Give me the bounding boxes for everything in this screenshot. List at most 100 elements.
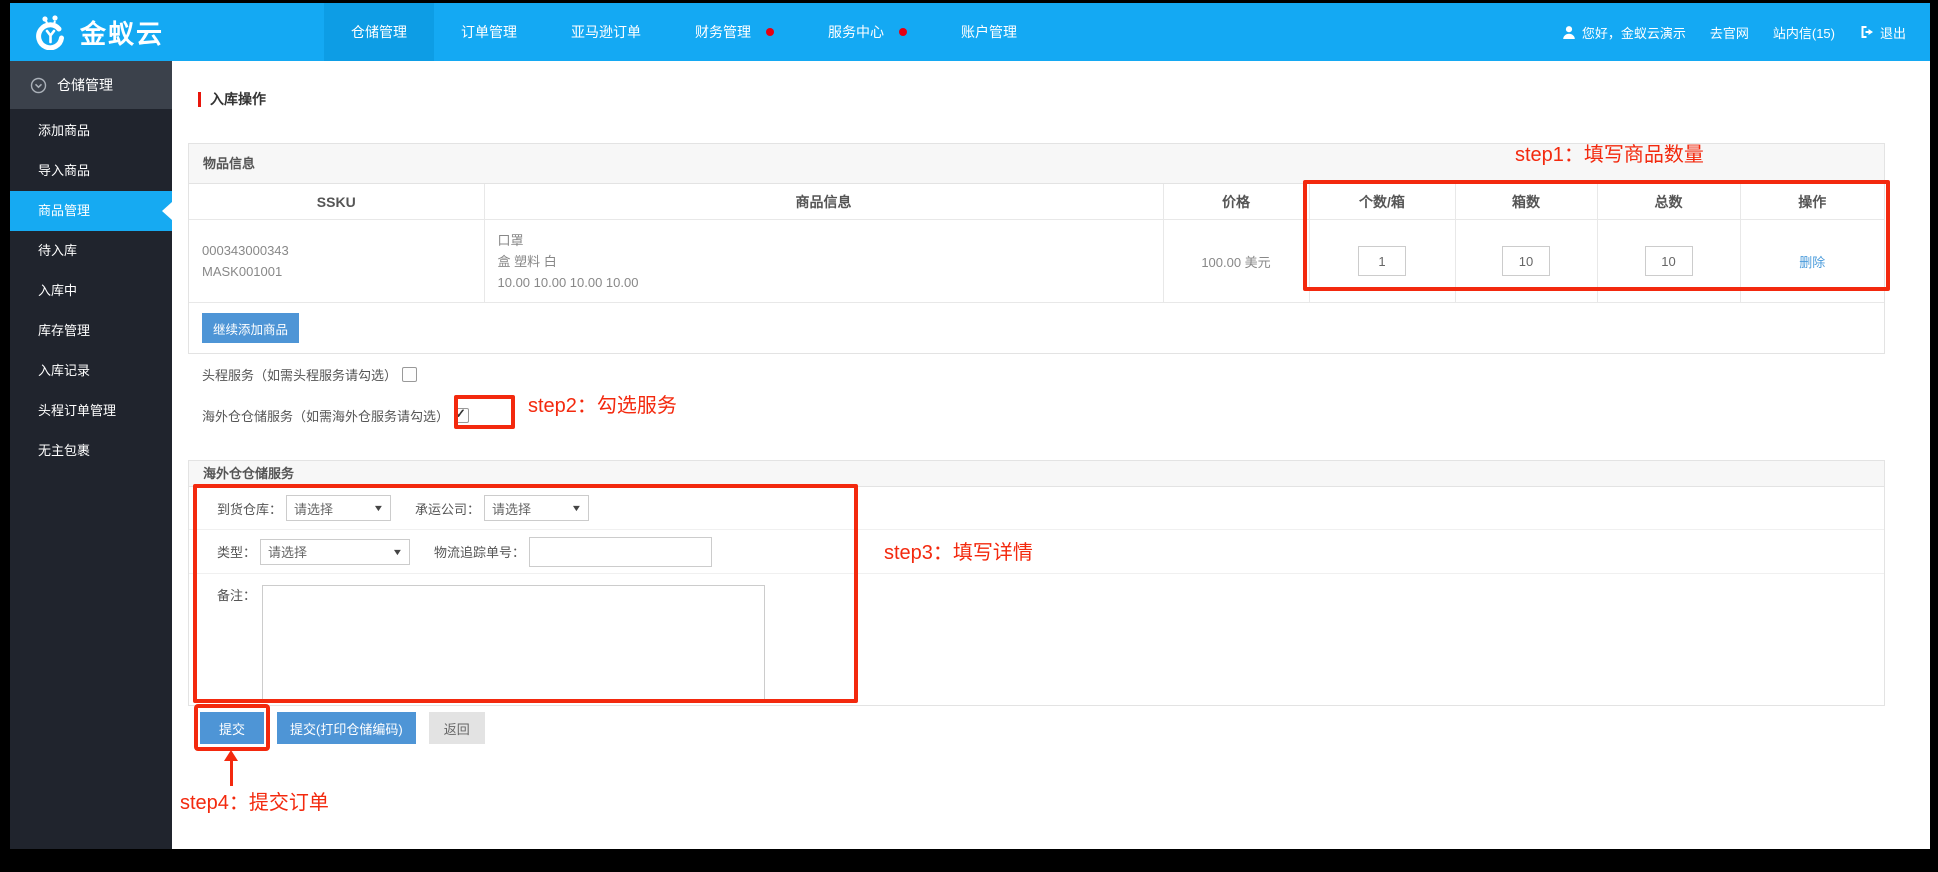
submit-print-button[interactable]: 提交(打印仓储编码) [277, 712, 416, 744]
product-info-cell: 口罩 盒 塑料 白 10.00 10.00 10.00 10.00 [484, 220, 1163, 303]
col-ssku: SSKU [189, 184, 484, 220]
goods-panel-footer: 继续添加商品 [189, 303, 1884, 353]
select-arrow-icon: ▼ [392, 547, 404, 557]
overseas-service-label: 海外仓仓储服务（如需海外仓服务请勾选） [202, 406, 449, 425]
sidebar: 仓储管理 添加商品 导入商品 商品管理 待入库 入库中 库存管理 入库记录 头程… [10, 61, 172, 849]
pieces-per-box-input[interactable] [1358, 246, 1406, 276]
first-leg-service-checkbox[interactable] [402, 367, 417, 382]
notification-dot [899, 28, 907, 36]
nav-item-service-center[interactable]: 服务中心 [801, 3, 934, 61]
remark-textarea[interactable] [262, 585, 765, 701]
sidebar-item-first-leg-order-management[interactable]: 头程订单管理 [10, 391, 172, 431]
sidebar-item-import-product[interactable]: 导入商品 [10, 151, 172, 191]
logo-text: 金蚁云 [80, 14, 164, 51]
ssku-cell: 000343000343 MASK001001 [189, 220, 484, 303]
sidebar-menu: 添加商品 导入商品 商品管理 待入库 入库中 库存管理 入库记录 头程订单管理 … [10, 109, 172, 471]
boxes-cell [1455, 220, 1597, 303]
notification-dot [766, 28, 774, 36]
top-header: 金蚁云 仓储管理 订单管理 亚马逊订单 财务管理 服务中心 账户管理 [10, 3, 1930, 61]
price-cell: 100.00 美元 [1163, 220, 1309, 303]
nav-label: 财务管理 [695, 22, 751, 42]
title-accent-bar [198, 92, 201, 107]
sidebar-item-product-management[interactable]: 商品管理 [10, 191, 172, 231]
overseas-service-panel: 海外仓仓储服务 到货仓库： 请选择 ▼ 承运公司： 请选择 ▼ 类型： 请选择 … [188, 460, 1885, 706]
total-input[interactable] [1645, 246, 1693, 276]
form-row-remark: 备注： [189, 574, 1884, 707]
carrier-label: 承运公司： [415, 499, 480, 518]
active-item-notch [162, 202, 172, 220]
sidebar-item-add-product[interactable]: 添加商品 [10, 111, 172, 151]
app-window: 金蚁云 仓储管理 订单管理 亚马逊订单 财务管理 服务中心 账户管理 [10, 3, 1930, 849]
sidebar-section-title: 仓储管理 [57, 75, 113, 95]
nav-label: 亚马逊订单 [571, 22, 641, 42]
nav-label: 账户管理 [961, 22, 1017, 42]
goods-table: SSKU 商品信息 价格 个数/箱 箱数 总数 操作 000343000343 … [189, 184, 1884, 303]
total-cell [1597, 220, 1740, 303]
select-arrow-icon: ▼ [571, 503, 583, 513]
chevron-circle-icon [30, 77, 47, 94]
boxes-input[interactable] [1502, 246, 1550, 276]
nav-item-amazon-orders[interactable]: 亚马逊订单 [544, 3, 668, 61]
step4-arrow-line [230, 760, 233, 786]
type-select[interactable]: 请选择 ▼ [260, 539, 410, 565]
greeting-text: 您好，金蚁云演示 [1582, 23, 1686, 42]
goods-info-panel: 物品信息 SSKU 商品信息 价格 个数/箱 箱数 总数 操作 [188, 143, 1885, 354]
main-content: 入库操作 物品信息 SSKU 商品信息 价格 个数/箱 箱数 总数 [172, 61, 1930, 849]
add-more-products-button[interactable]: 继续添加商品 [202, 313, 299, 343]
select-arrow-icon: ▼ [373, 503, 385, 513]
pieces-per-box-cell [1309, 220, 1455, 303]
main-nav: 仓储管理 订单管理 亚马逊订单 财务管理 服务中心 账户管理 [324, 3, 1044, 61]
action-cell: 删除 [1740, 220, 1884, 303]
col-product-info: 商品信息 [484, 184, 1163, 220]
logo: 金蚁云 [10, 3, 324, 61]
nav-label: 服务中心 [828, 22, 884, 42]
logo-ant-icon [28, 14, 70, 50]
sidebar-section-header[interactable]: 仓储管理 [10, 61, 172, 109]
tracking-label: 物流追踪单号： [434, 542, 525, 561]
delete-link[interactable]: 删除 [1799, 255, 1825, 270]
user-greeting[interactable]: 您好，金蚁云演示 [1562, 23, 1686, 42]
first-leg-service-label: 头程服务（如需头程服务请勾选） [202, 365, 397, 384]
first-leg-service-row: 头程服务（如需头程服务请勾选） [202, 364, 417, 384]
remark-label: 备注： [217, 585, 256, 604]
back-button[interactable]: 返回 [429, 712, 485, 744]
page-title: 入库操作 [198, 89, 266, 109]
nav-label: 仓储管理 [351, 22, 407, 42]
nav-item-orders[interactable]: 订单管理 [434, 3, 544, 61]
logout-icon [1859, 25, 1874, 39]
warehouse-label: 到货仓库： [217, 499, 282, 518]
tracking-number-input[interactable] [529, 537, 712, 567]
topbar-right: 您好，金蚁云演示 去官网 站内信(15) 退出 [1562, 3, 1930, 61]
step3-annotation-text: step3：填写详情 [884, 536, 1033, 565]
nav-label: 订单管理 [461, 22, 517, 42]
col-total: 总数 [1597, 184, 1740, 220]
col-pieces-per-box: 个数/箱 [1309, 184, 1455, 220]
form-row-type: 类型： 请选择 ▼ 物流追踪单号： [189, 530, 1884, 574]
user-icon [1562, 25, 1576, 39]
inbox-link[interactable]: 站内信(15) [1773, 23, 1835, 42]
official-site-link[interactable]: 去官网 [1710, 23, 1749, 42]
overseas-service-checkbox[interactable] [454, 408, 469, 423]
sidebar-item-inbound-records[interactable]: 入库记录 [10, 351, 172, 391]
step2-annotation-text: step2：勾选服务 [528, 389, 677, 418]
logout-link[interactable]: 退出 [1859, 23, 1906, 42]
col-price: 价格 [1163, 184, 1309, 220]
sidebar-item-pending-inbound[interactable]: 待入库 [10, 231, 172, 271]
nav-item-warehouse[interactable]: 仓储管理 [324, 3, 434, 61]
carrier-select[interactable]: 请选择 ▼ [484, 495, 589, 521]
overseas-panel-title: 海外仓仓储服务 [189, 461, 1884, 487]
col-action: 操作 [1740, 184, 1884, 220]
sidebar-item-inventory-management[interactable]: 库存管理 [10, 311, 172, 351]
nav-item-finance[interactable]: 财务管理 [668, 3, 801, 61]
form-row-warehouse: 到货仓库： 请选择 ▼ 承运公司： 请选择 ▼ [189, 487, 1884, 530]
submit-button[interactable]: 提交 [200, 712, 264, 744]
type-label: 类型： [217, 542, 256, 561]
warehouse-select[interactable]: 请选择 ▼ [286, 495, 391, 521]
step1-annotation-text: step1：填写商品数量 [1515, 138, 1704, 167]
table-row: 000343000343 MASK001001 口罩 盒 塑料 白 10.00 … [189, 220, 1884, 303]
sidebar-item-unclaimed-packages[interactable]: 无主包裹 [10, 431, 172, 471]
sidebar-item-inbound-in-progress[interactable]: 入库中 [10, 271, 172, 311]
step4-annotation-text: step4：提交订单 [180, 786, 329, 815]
nav-item-account[interactable]: 账户管理 [934, 3, 1044, 61]
overseas-service-row: 海外仓仓储服务（如需海外仓服务请勾选） [202, 405, 469, 425]
